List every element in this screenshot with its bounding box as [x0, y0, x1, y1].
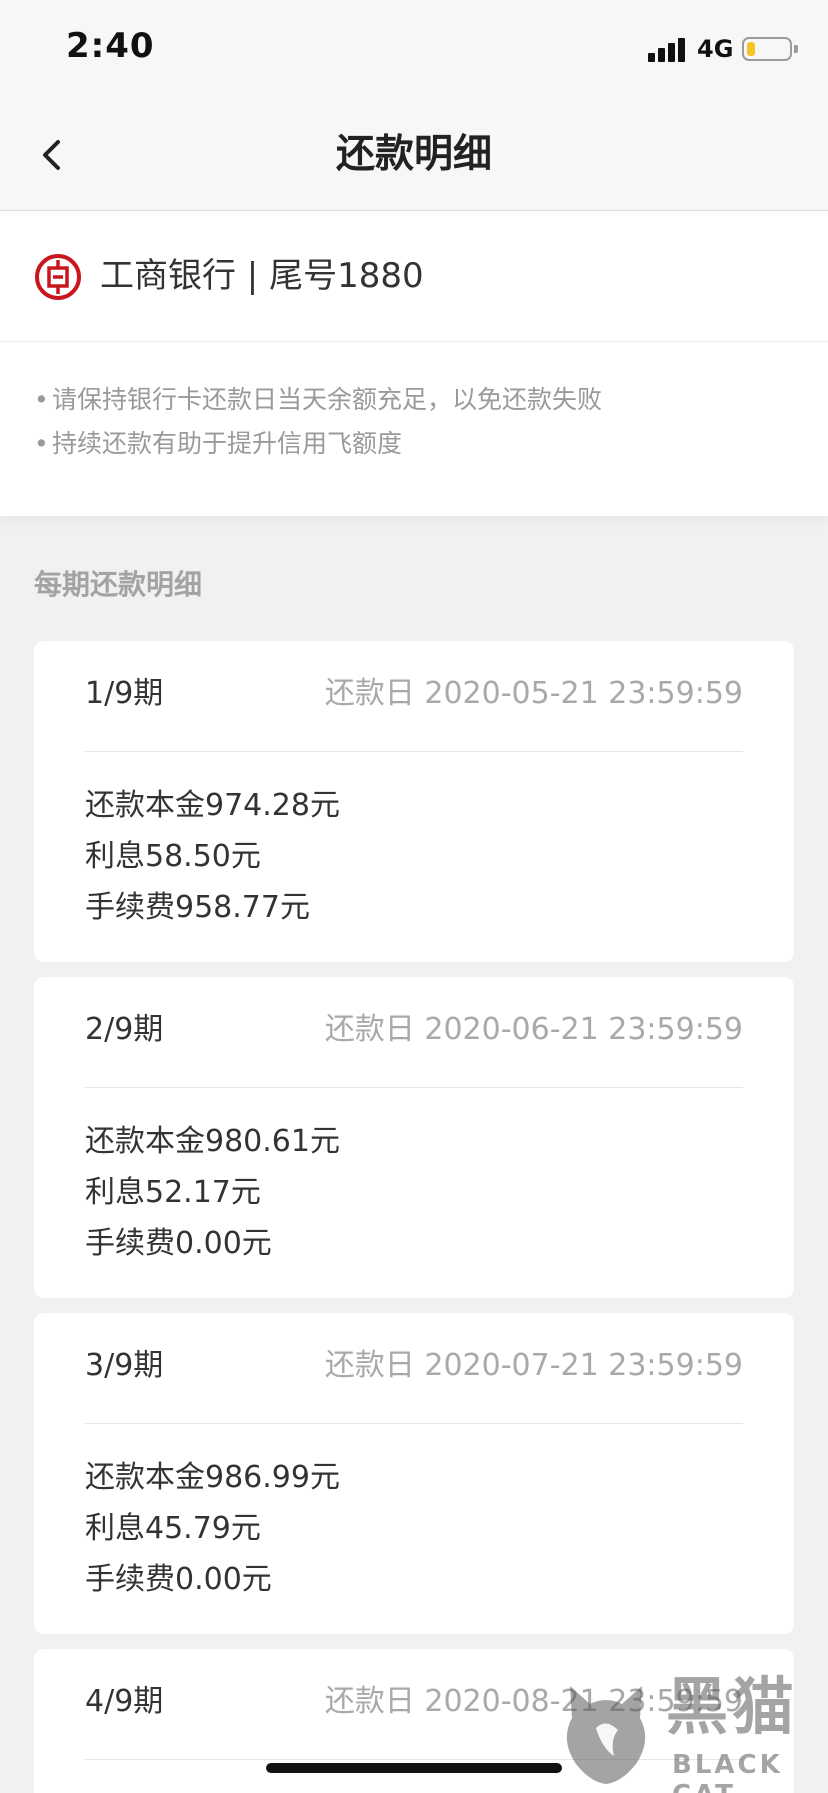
- installment-card: 2/9期 还款日 2020-06-21 23:59:59 还款本金980.61元…: [34, 977, 794, 1298]
- installment-principal: 还款本金974.28元: [85, 788, 340, 823]
- tip-text: 请保持银行卡还款日当天余额充足，以免还款失败: [52, 385, 603, 414]
- tip-item: • 持续还款有助于提升信用飞额度: [34, 429, 403, 458]
- installment-principal: 还款本金986.99元: [85, 1460, 340, 1495]
- installment-card: 1/9期 还款日 2020-05-21 23:59:59 还款本金974.28元…: [34, 641, 794, 962]
- installment-fee: 手续费0.00元: [85, 1226, 272, 1261]
- section-label: 每期还款明细: [34, 568, 203, 601]
- installment-fee: 手续费958.77元: [85, 890, 310, 925]
- bank-card-row: 工商银行 | 尾号1880: [0, 211, 828, 342]
- battery-level-fill: [747, 42, 755, 56]
- black-cat-logo-icon: [556, 1678, 656, 1788]
- installment-interest: 利息58.50元: [85, 839, 261, 874]
- bank-card-label: 工商银行 | 尾号1880: [100, 256, 424, 296]
- tip-text: 持续还款有助于提升信用飞额度: [52, 429, 403, 458]
- installment-interest: 利息45.79元: [85, 1511, 261, 1546]
- installment-card: 3/9期 还款日 2020-07-21 23:59:59 还款本金986.99元…: [34, 1313, 794, 1634]
- installment-fee: 手续费0.00元: [85, 1562, 272, 1597]
- tip-item: • 请保持银行卡还款日当天余额充足，以免还款失败: [34, 385, 603, 414]
- installment-period: 3/9期: [85, 1348, 164, 1383]
- black-cat-watermark: 黑猫 BLACK CAT: [556, 1672, 828, 1793]
- page-title: 还款明细: [335, 132, 492, 177]
- installment-period: 1/9期: [85, 676, 164, 711]
- status-time: 2:40: [66, 26, 155, 66]
- installment-period: 4/9期: [85, 1684, 164, 1719]
- installment-due-date: 还款日 2020-05-21 23:59:59: [324, 676, 743, 711]
- card-divider: [85, 751, 743, 752]
- installment-interest: 利息52.17元: [85, 1175, 261, 1210]
- battery-low-icon: [742, 37, 792, 61]
- installment-principal: 还款本金980.61元: [85, 1124, 340, 1159]
- battery-tip: [794, 45, 798, 53]
- installment-period: 2/9期: [85, 1012, 164, 1047]
- card-divider: [85, 1087, 743, 1088]
- installment-due-date: 还款日 2020-06-21 23:59:59: [324, 1012, 743, 1047]
- home-indicator[interactable]: [266, 1763, 562, 1773]
- nav-bar: 还款明细: [0, 100, 828, 211]
- card-divider: [85, 1423, 743, 1424]
- status-bar: 2:40 4G: [0, 0, 828, 100]
- signal-bars-icon: [648, 38, 688, 62]
- network-type: 4G: [697, 35, 734, 63]
- installment-due-date: 还款日 2020-07-21 23:59:59: [324, 1348, 743, 1383]
- repayment-tips: • 请保持银行卡还款日当天余额充足，以免还款失败 • 持续还款有助于提升信用飞额度: [0, 342, 828, 516]
- watermark-en: BLACK CAT: [672, 1750, 783, 1793]
- icbc-logo-icon: [34, 253, 82, 301]
- watermark-cn: 黑猫: [666, 1670, 799, 1743]
- repayment-detail-screen: 2:40 4G 还款明细 工商银行 | 尾号1880 • 请保持银行卡还款日当天…: [0, 0, 828, 1793]
- chevron-left-icon[interactable]: [34, 130, 74, 180]
